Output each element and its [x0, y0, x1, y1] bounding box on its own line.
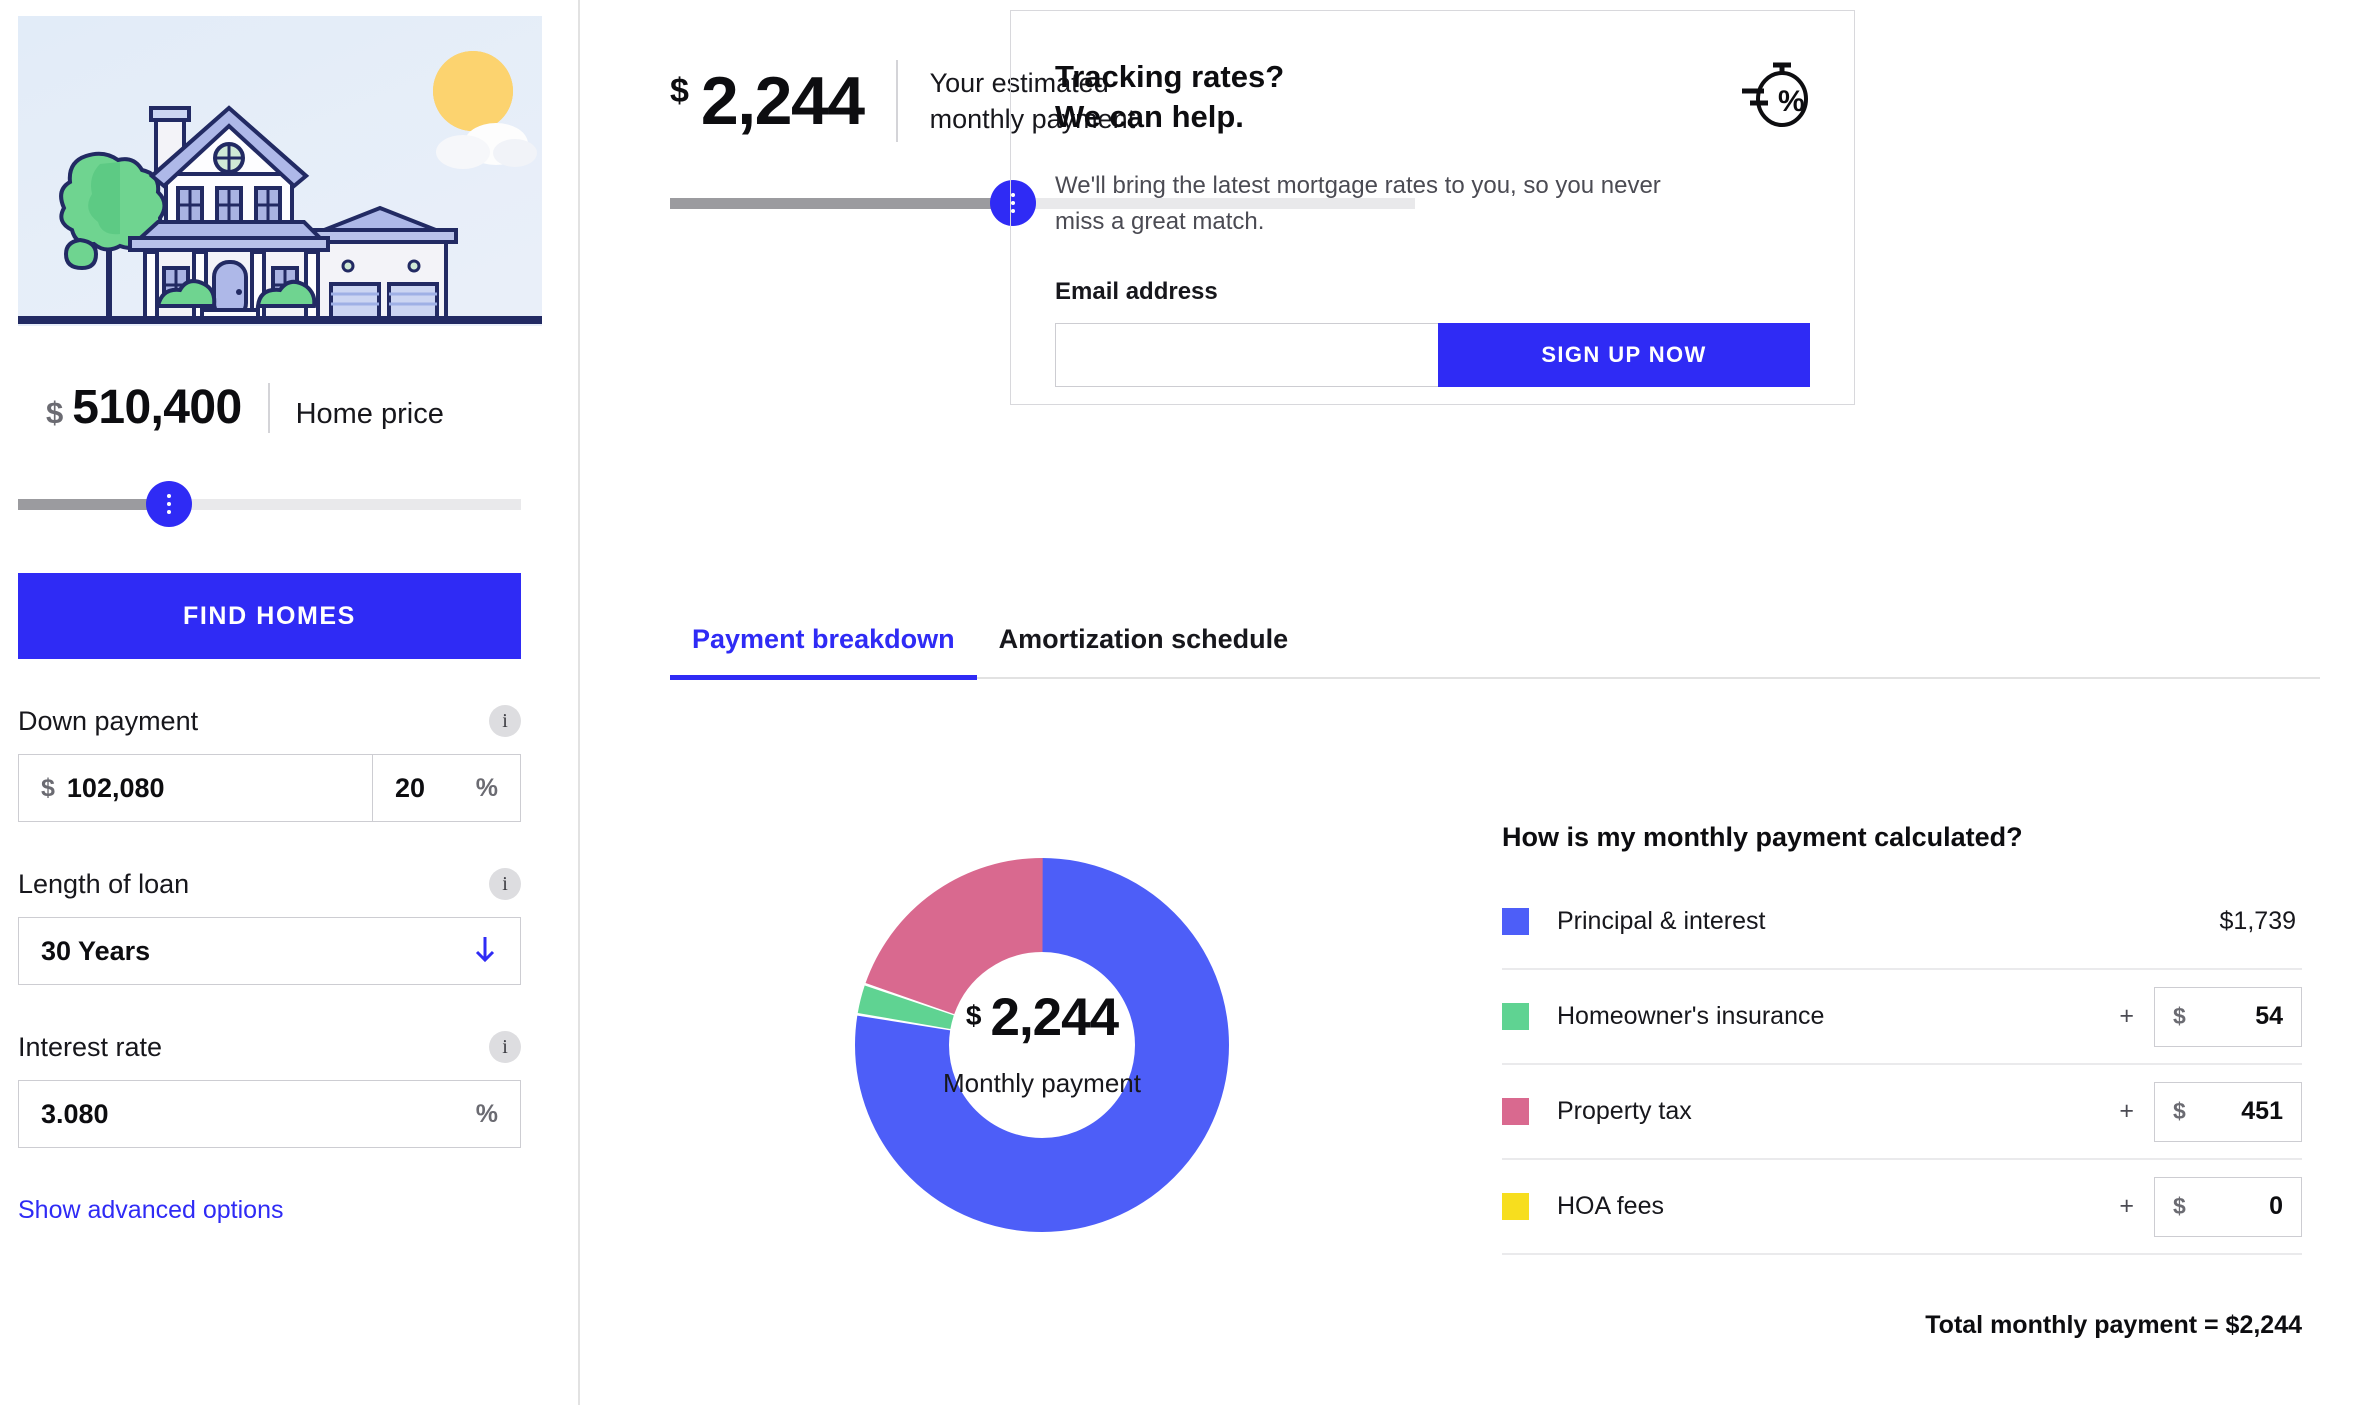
field-header: Down payment i: [18, 705, 521, 737]
down-payment-field-group: Down payment i $ 102,080 20 %: [18, 705, 521, 822]
tab-payment-breakdown[interactable]: Payment breakdown: [670, 624, 977, 680]
table-row: Principal & interest $1,739: [1502, 875, 2302, 970]
tracking-rates-title: Tracking rates? We can help.: [1055, 57, 1284, 136]
main-area: $ 2,244 Your estimated monthly payment: [582, 0, 2361, 1405]
slider-fill: [670, 198, 1013, 209]
donut-center-caption: Monthly payment: [943, 1068, 1141, 1099]
donut-center-label: $ 2,244 Monthly payment: [762, 765, 1322, 1325]
home-price-display: $ 510,400 Home price: [18, 380, 560, 435]
stopwatch-percent-icon: %: [1738, 57, 1810, 134]
down-payment-input[interactable]: 102,080: [67, 773, 350, 804]
field-header: Interest rate i: [18, 1031, 521, 1063]
interest-rate-cell[interactable]: 3.080 %: [19, 1081, 520, 1147]
loan-length-select[interactable]: 30 Years: [18, 917, 521, 985]
interest-rate-inputs: 3.080 %: [18, 1080, 521, 1148]
legend-swatch-homeowners-insurance: [1502, 1003, 1529, 1030]
estimated-payment-value: 2,244: [701, 67, 864, 135]
interest-rate-input[interactable]: 3.080: [41, 1099, 476, 1130]
legend-swatch-hoa-fees: [1502, 1193, 1529, 1220]
plus-sign: +: [2119, 1002, 2134, 1031]
currency-symbol: $: [2173, 1003, 2186, 1030]
donut-center-amount: $ 2,244: [966, 991, 1118, 1044]
currency-symbol: $: [46, 395, 63, 431]
homeowners-insurance-input[interactable]: 54: [2205, 1002, 2283, 1031]
tracking-rates-body: We'll bring the latest mortgage rates to…: [1055, 168, 1695, 240]
down-payment-percent-cell[interactable]: 20 %: [372, 755, 520, 821]
home-price-slider[interactable]: [18, 481, 521, 527]
plus-sign: +: [2119, 1192, 2134, 1221]
row-label: Homeowner's insurance: [1557, 1002, 2119, 1031]
show-advanced-options-link[interactable]: Show advanced options: [18, 1196, 283, 1225]
info-icon[interactable]: i: [489, 868, 521, 900]
total-monthly-payment: Total monthly payment = $2,244: [1502, 1311, 2302, 1340]
row-label: Principal & interest: [1557, 907, 2220, 936]
currency-symbol: $: [670, 72, 689, 111]
loan-length-field-group: Length of loan i 30 Years: [18, 868, 521, 985]
home-price-label: Home price: [296, 398, 444, 431]
field-header: Length of loan i: [18, 868, 521, 900]
down-payment-amount-cell[interactable]: $ 102,080: [19, 755, 372, 821]
house-illustration: [18, 16, 542, 326]
plus-sign: +: [2119, 1097, 2134, 1126]
card-header: Tracking rates? We can help. %: [1055, 57, 1810, 136]
info-icon[interactable]: i: [489, 705, 521, 737]
title-line1: Tracking rates?: [1055, 59, 1284, 94]
email-input[interactable]: [1055, 323, 1438, 387]
loan-length-label: Length of loan: [18, 869, 189, 900]
svg-text:%: %: [1778, 85, 1805, 118]
donut-center-value: 2,244: [990, 991, 1118, 1044]
slider-handle[interactable]: [146, 481, 192, 527]
down-payment-label: Down payment: [18, 706, 198, 737]
row-label: Property tax: [1557, 1097, 2119, 1126]
loan-length-value: 30 Years: [41, 936, 150, 967]
email-address-label: Email address: [1055, 278, 1810, 306]
payment-breakdown-table: How is my monthly payment calculated? Pr…: [1502, 822, 2302, 1340]
divider: [268, 383, 270, 433]
row-label: HOA fees: [1557, 1192, 2119, 1221]
table-row: Property tax + $ 451: [1502, 1065, 2302, 1160]
hoa-fees-input[interactable]: 0: [2205, 1192, 2283, 1221]
arrow-down-icon: [472, 934, 498, 969]
find-homes-button[interactable]: FIND HOMES: [18, 573, 521, 659]
interest-rate-field-group: Interest rate i 3.080 %: [18, 1031, 521, 1148]
interest-rate-label: Interest rate: [18, 1032, 162, 1063]
currency-symbol: $: [966, 1000, 982, 1032]
email-signup-row: SIGN UP NOW: [1055, 323, 1810, 387]
home-price-value: 510,400: [72, 380, 241, 435]
sign-up-now-button[interactable]: SIGN UP NOW: [1438, 323, 1810, 387]
info-icon[interactable]: i: [489, 1031, 521, 1063]
legend-swatch-principal-interest: [1502, 908, 1529, 935]
down-payment-percent-input[interactable]: 20: [395, 773, 476, 804]
tab-amortization-schedule[interactable]: Amortization schedule: [977, 624, 1311, 680]
divider: [896, 60, 898, 142]
property-tax-input-wrap[interactable]: $ 451: [2154, 1082, 2302, 1142]
payment-breakdown-donut-chart: $ 2,244 Monthly payment: [762, 765, 1322, 1325]
percent-symbol: %: [476, 774, 498, 803]
hoa-fees-input-wrap[interactable]: $ 0: [2154, 1177, 2302, 1237]
currency-symbol: $: [41, 774, 55, 803]
property-tax-input[interactable]: 451: [2205, 1097, 2283, 1126]
percent-symbol: %: [476, 1100, 498, 1129]
title-line2: We can help.: [1055, 99, 1244, 134]
table-row: HOA fees + $ 0: [1502, 1160, 2302, 1255]
legend-swatch-property-tax: [1502, 1098, 1529, 1125]
mortgage-calculator-page: $ 510,400 Home price FIND HOMES Down pay…: [0, 0, 2361, 1405]
principal-interest-value: $1,739: [2220, 907, 2302, 936]
table-row: Homeowner's insurance + $ 54: [1502, 970, 2302, 1065]
tracking-rates-card: Tracking rates? We can help. % We'll bri…: [1010, 10, 1855, 405]
breakdown-title: How is my monthly payment calculated?: [1502, 822, 2302, 853]
currency-symbol: $: [2173, 1098, 2186, 1125]
breakdown-tabs: Payment breakdown Amortization schedule: [670, 624, 2320, 679]
left-panel: $ 510,400 Home price FIND HOMES Down pay…: [0, 0, 580, 1405]
currency-symbol: $: [2173, 1193, 2186, 1220]
down-payment-inputs: $ 102,080 20 %: [18, 754, 521, 822]
homeowners-insurance-input-wrap[interactable]: $ 54: [2154, 987, 2302, 1047]
